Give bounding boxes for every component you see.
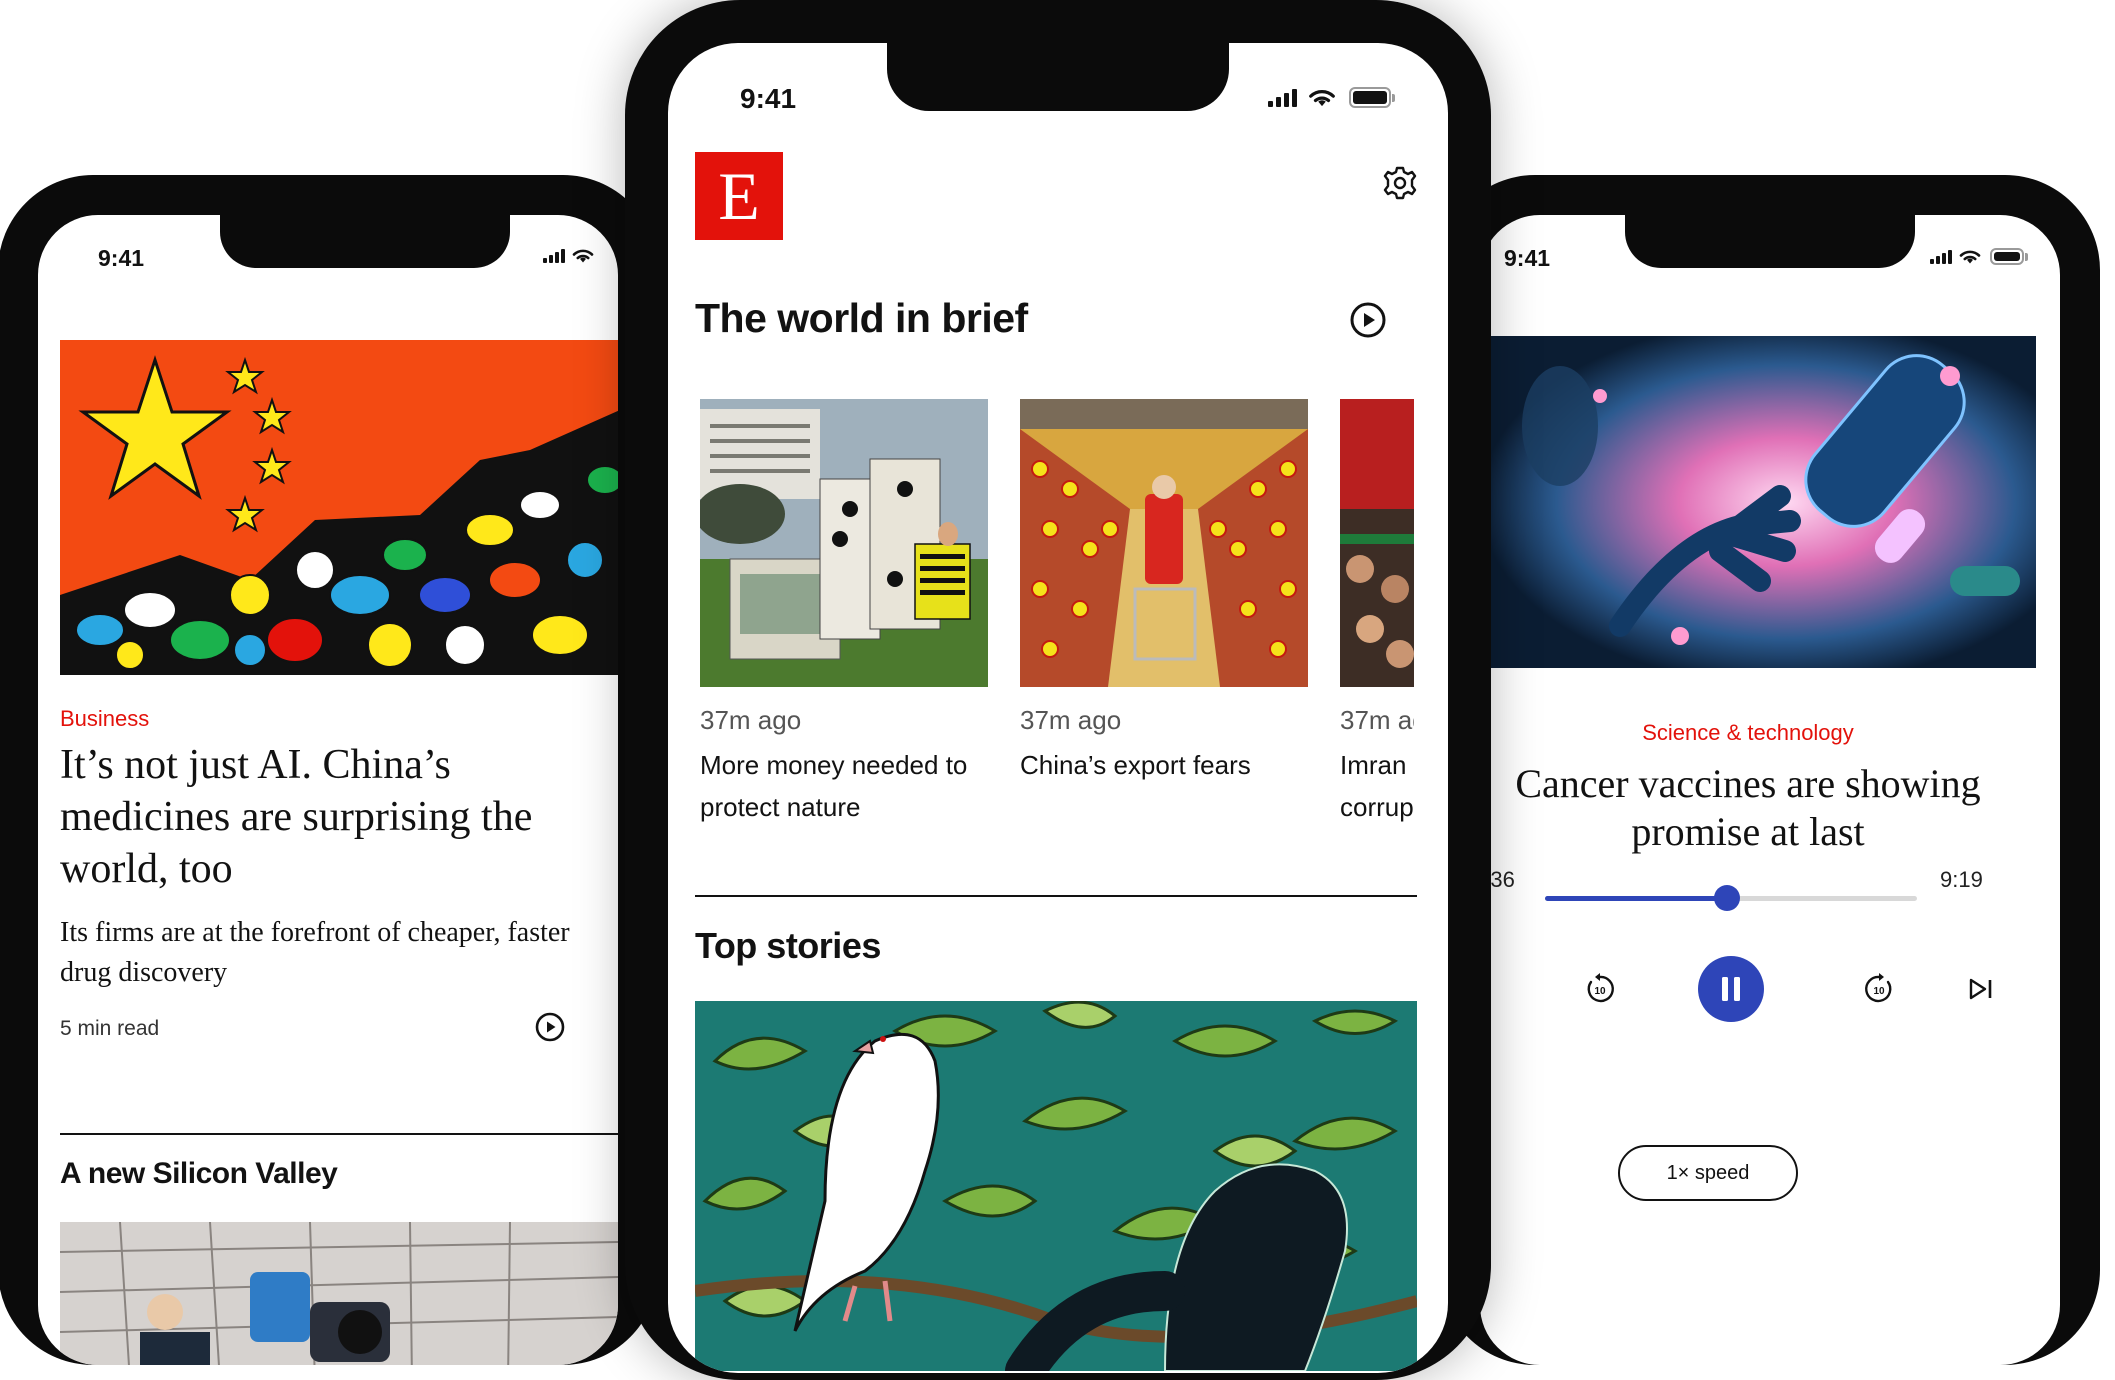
brief-headline: More money needed to protect nature bbox=[700, 750, 968, 822]
settings-gear-icon[interactable] bbox=[1381, 164, 1419, 202]
right-phone-screen: 9:41 Science & technology Cancer vaccine… bbox=[1480, 215, 2060, 1365]
status-icons bbox=[1268, 87, 1395, 108]
article-section-label[interactable]: Business bbox=[60, 706, 149, 732]
pause-button[interactable] bbox=[1698, 956, 1764, 1022]
article-standfirst: Its firms are at the forefront of cheape… bbox=[60, 917, 570, 988]
brief-card-photo bbox=[1020, 399, 1308, 687]
skip-forward-10-icon: 10 bbox=[1865, 973, 1892, 1003]
battery-icon bbox=[1349, 87, 1395, 108]
skip-back-10-button[interactable]: 10 bbox=[1583, 972, 1617, 1006]
status-time: 9:41 bbox=[98, 245, 145, 271]
skip-forward-10-button[interactable]: 10 bbox=[1862, 972, 1896, 1006]
status-time: 9:41 bbox=[740, 83, 797, 114]
wifi-icon bbox=[572, 249, 594, 263]
status-icons bbox=[1930, 248, 2028, 265]
brief-card-1[interactable]: 37m ago More money needed to protect nat… bbox=[700, 399, 988, 879]
playback-speed-label: 1× speed bbox=[1666, 1161, 1750, 1184]
notch bbox=[1625, 215, 1915, 268]
brief-time: 37m ago bbox=[1340, 705, 1414, 735]
brief-card-3[interactable]: 37m ago Imran Khan corruption bbox=[1340, 399, 1414, 879]
brief-time: 37m ago bbox=[1020, 705, 1122, 735]
notch bbox=[220, 215, 510, 268]
progress-handle[interactable] bbox=[1714, 885, 1741, 911]
left-phone: 9:41 Business It’s not just AI. China’s … bbox=[0, 175, 658, 1365]
read-time: 5 min read bbox=[60, 1017, 160, 1040]
center-phone-screen: 9:41 E The world in brief 37m ago More m… bbox=[668, 43, 1448, 1373]
progress-track[interactable] bbox=[1545, 885, 1917, 911]
brief-headline: Imran Khan corruption bbox=[1340, 750, 1414, 822]
status-time: 9:41 bbox=[1504, 245, 1551, 271]
skip-back-10-icon: 10 bbox=[1587, 973, 1614, 1003]
section-title: A new Silicon Valley bbox=[60, 1157, 338, 1190]
top-stories-title: Top stories bbox=[695, 925, 881, 966]
logo-letter: E bbox=[718, 158, 760, 234]
progress-fill bbox=[1545, 896, 1728, 901]
brief-time: 37m ago bbox=[700, 705, 802, 735]
china-medicines-illustration bbox=[60, 340, 618, 675]
svg-text:10: 10 bbox=[1873, 986, 1885, 997]
left-phone-screen: 9:41 Business It’s not just AI. China’s … bbox=[38, 215, 618, 1365]
cancer-vaccine-illustration bbox=[1480, 336, 2036, 668]
wifi-icon bbox=[1959, 250, 1981, 263]
pause-icon bbox=[1722, 977, 1740, 1001]
notch bbox=[887, 43, 1229, 111]
top-story-illustration[interactable] bbox=[695, 1001, 1417, 1371]
brief-headline: China’s export fears bbox=[1020, 750, 1251, 780]
brief-card-photo bbox=[700, 399, 988, 687]
playback-speed-button[interactable]: 1× speed bbox=[1618, 1145, 1798, 1201]
total-time: 9:19 bbox=[1940, 867, 1983, 892]
signal-icon bbox=[1268, 88, 1297, 107]
play-circle-icon[interactable] bbox=[534, 1011, 566, 1043]
center-phone: 9:41 E The world in brief 37m ago More m… bbox=[625, 0, 1491, 1380]
next-track-icon bbox=[1969, 978, 1992, 1000]
world-in-brief-title[interactable]: The world in brief bbox=[695, 295, 1028, 342]
wifi-icon bbox=[1309, 89, 1335, 106]
battery-icon bbox=[1990, 248, 2028, 265]
brief-card-2[interactable]: 37m ago China’s export fears bbox=[1020, 399, 1308, 879]
economist-logo[interactable]: E bbox=[695, 152, 783, 240]
status-icons bbox=[543, 248, 595, 264]
signal-icon bbox=[543, 249, 565, 263]
next-track-button[interactable] bbox=[1968, 977, 1994, 1001]
article-headline[interactable]: It’s not just AI. China’s medicines are … bbox=[60, 739, 618, 895]
svg-text:10: 10 bbox=[1594, 986, 1606, 997]
signal-icon bbox=[1930, 249, 1952, 264]
play-circle-icon[interactable] bbox=[1349, 301, 1387, 339]
right-phone: 9:41 Science & technology Cancer vaccine… bbox=[1440, 175, 2100, 1365]
brief-card-photo bbox=[1340, 399, 1414, 687]
article-headline[interactable]: Cancer vaccines are showing promise at l… bbox=[1480, 760, 2016, 856]
section-divider bbox=[60, 1133, 618, 1135]
section-divider bbox=[695, 895, 1417, 897]
article-section-label[interactable]: Science & technology bbox=[1480, 720, 2016, 746]
